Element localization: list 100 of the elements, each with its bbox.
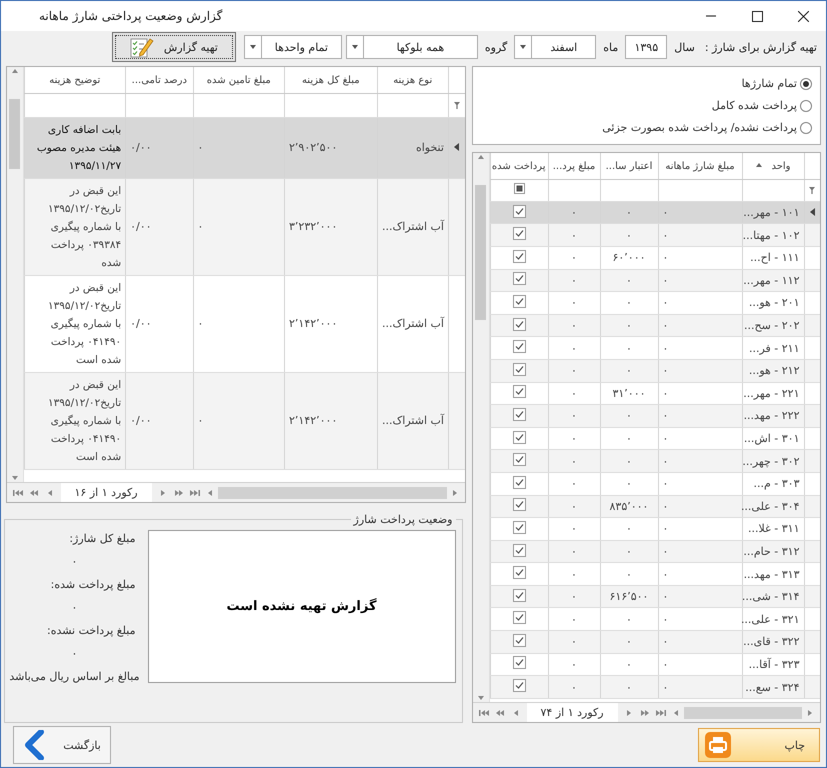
table-cell: ۳۱۳ - مهد... [744,568,800,581]
units-dropdown[interactable]: تمام واحدها [244,35,342,60]
year-field[interactable]: ۱۳۹۵ [625,35,668,60]
table-cell: ۰ [571,522,577,536]
radio-button[interactable] [800,78,812,90]
checkbox[interactable] [512,272,526,286]
checkbox[interactable] [512,476,526,489]
record-counter: رکورد ۱ از ۷۴ [526,703,618,722]
checkbox[interactable] [512,430,526,444]
skip-start-icon[interactable] [478,708,488,717]
generate-report-button[interactable]: تهیه گزارش [112,32,236,62]
checkbox[interactable] [512,227,526,240]
table-cell: ۳۲۱ - علی... [740,612,800,626]
column-header[interactable]: درصد تامی... [126,67,193,94]
scroll-thumb[interactable] [684,706,802,719]
table-cell: ۰ [571,251,577,264]
table-cell: آب اشتراک... [382,414,444,428]
table-cell: ۸۳۵٬۰۰۰ [610,500,648,513]
amount-label: مبلغ کل شارژ: [68,532,136,546]
checkbox[interactable] [512,250,526,263]
scroll-thumb[interactable] [218,486,446,499]
vertical-scrollbar[interactable] [472,153,490,702]
double-right-icon[interactable] [174,488,184,497]
table-cell: ۰ [662,409,668,422]
radio-label: پرداخت نشده/ پرداخت شده بصورت جزئی [602,121,797,134]
table-cell: ۰/۰۰ [130,317,152,330]
table-cell: ۰ [662,612,668,626]
table-cell: ۱۱۱ - اح... [750,251,800,264]
checkbox[interactable] [512,544,526,556]
column-header[interactable]: واحد [742,153,804,180]
checkbox[interactable] [512,520,526,534]
table-cell: ۰ [571,454,577,468]
radio-button[interactable] [800,122,812,134]
back-button[interactable]: بازگشت [13,726,111,764]
checkbox[interactable] [512,588,526,602]
table-cell: تنخواه [416,141,444,154]
checkbox[interactable] [512,453,526,466]
amount-value: ۰ [70,647,78,660]
table-cell: ۰ [626,545,632,558]
table-cell: ۳۱۱ - غلا... [748,522,800,536]
checkbox[interactable] [512,204,526,218]
month-dropdown[interactable]: اسفند [514,35,596,60]
table-cell: ۰ [626,522,632,536]
caret-icon [248,43,257,52]
column-header[interactable]: مبلغ کل هزینه [284,67,378,94]
checkbox[interactable] [512,340,526,354]
checkbox[interactable] [512,634,526,647]
column-header[interactable]: مبلغ تامین شده [193,67,285,94]
vertical-scrollbar[interactable] [6,67,24,482]
filter-icon [454,102,460,109]
skip-end-icon[interactable] [656,708,666,717]
checkbox[interactable] [514,183,524,194]
skip-start-icon[interactable] [12,488,22,497]
scroll-thumb[interactable] [9,99,20,170]
radio-label: تمام شارژها [742,77,797,90]
skip-end-icon[interactable] [190,488,200,497]
checklist-pencil-icon [130,36,154,58]
checkbox[interactable] [512,498,526,512]
double-right-icon[interactable] [640,708,650,717]
double-left-icon[interactable] [494,708,504,717]
table-cell: ۰ [662,274,668,287]
table-cell: ۰ [626,228,632,242]
column-header[interactable]: نوع هزینه [377,67,448,94]
window-title: گزارش وضعیت پرداختی شارژ ماهانه [39,9,222,23]
maximize-icon [752,10,762,22]
group-label: گروه [484,40,508,54]
caret-icon [450,488,458,497]
checkbox[interactable] [512,385,526,398]
print-button[interactable]: چاپ [698,728,820,762]
table-cell: ۲۰۲ - سح... [744,319,800,332]
checkbox[interactable] [512,294,526,308]
column-header[interactable]: مبلغ شارژ ماهانه [658,153,742,180]
close-icon [798,10,808,22]
checkbox[interactable] [512,408,526,421]
table-cell: ۰ [571,206,577,220]
checkbox[interactable] [512,362,526,376]
horizontal-scrollbar[interactable] [206,486,458,500]
table-cell: ۰/۰۰ [130,220,152,234]
table-cell: ۱۰۲ - مهتا... [742,228,800,242]
column-header[interactable]: مبلغ پرد... [548,153,600,180]
checkbox[interactable] [512,656,526,670]
radio-button[interactable] [800,100,812,112]
checkbox[interactable] [512,318,526,331]
checkbox[interactable] [512,611,526,624]
table-cell: ۶۱۶٬۵۰۰ [610,590,648,604]
horizontal-scrollbar[interactable] [672,706,814,720]
table-cell: ۰ [662,206,668,220]
double-left-icon[interactable] [28,488,38,497]
scroll-thumb[interactable] [475,185,486,320]
column-header[interactable]: اعتبار سا... [600,153,658,180]
checkbox[interactable] [512,566,526,580]
table-cell: ۰ [571,319,577,332]
group-dropdown[interactable]: همه بلوکها [346,35,478,60]
table-cell: ۱۱۲ - مهر... [743,274,800,287]
table-cell: ۳۱٬۰۰۰ [612,386,646,400]
table-cell: ۰ [571,342,577,355]
table-cell-text: این قبض در تاریخ۱۳۹۵/۱۲/۰۲ با شماره پیگیری ۰۴۱۴۹۰ پرداخت شده است [47,378,122,465]
checkbox[interactable] [512,679,526,692]
row-pointer-icon [454,143,460,152]
caret-icon [476,153,484,162]
